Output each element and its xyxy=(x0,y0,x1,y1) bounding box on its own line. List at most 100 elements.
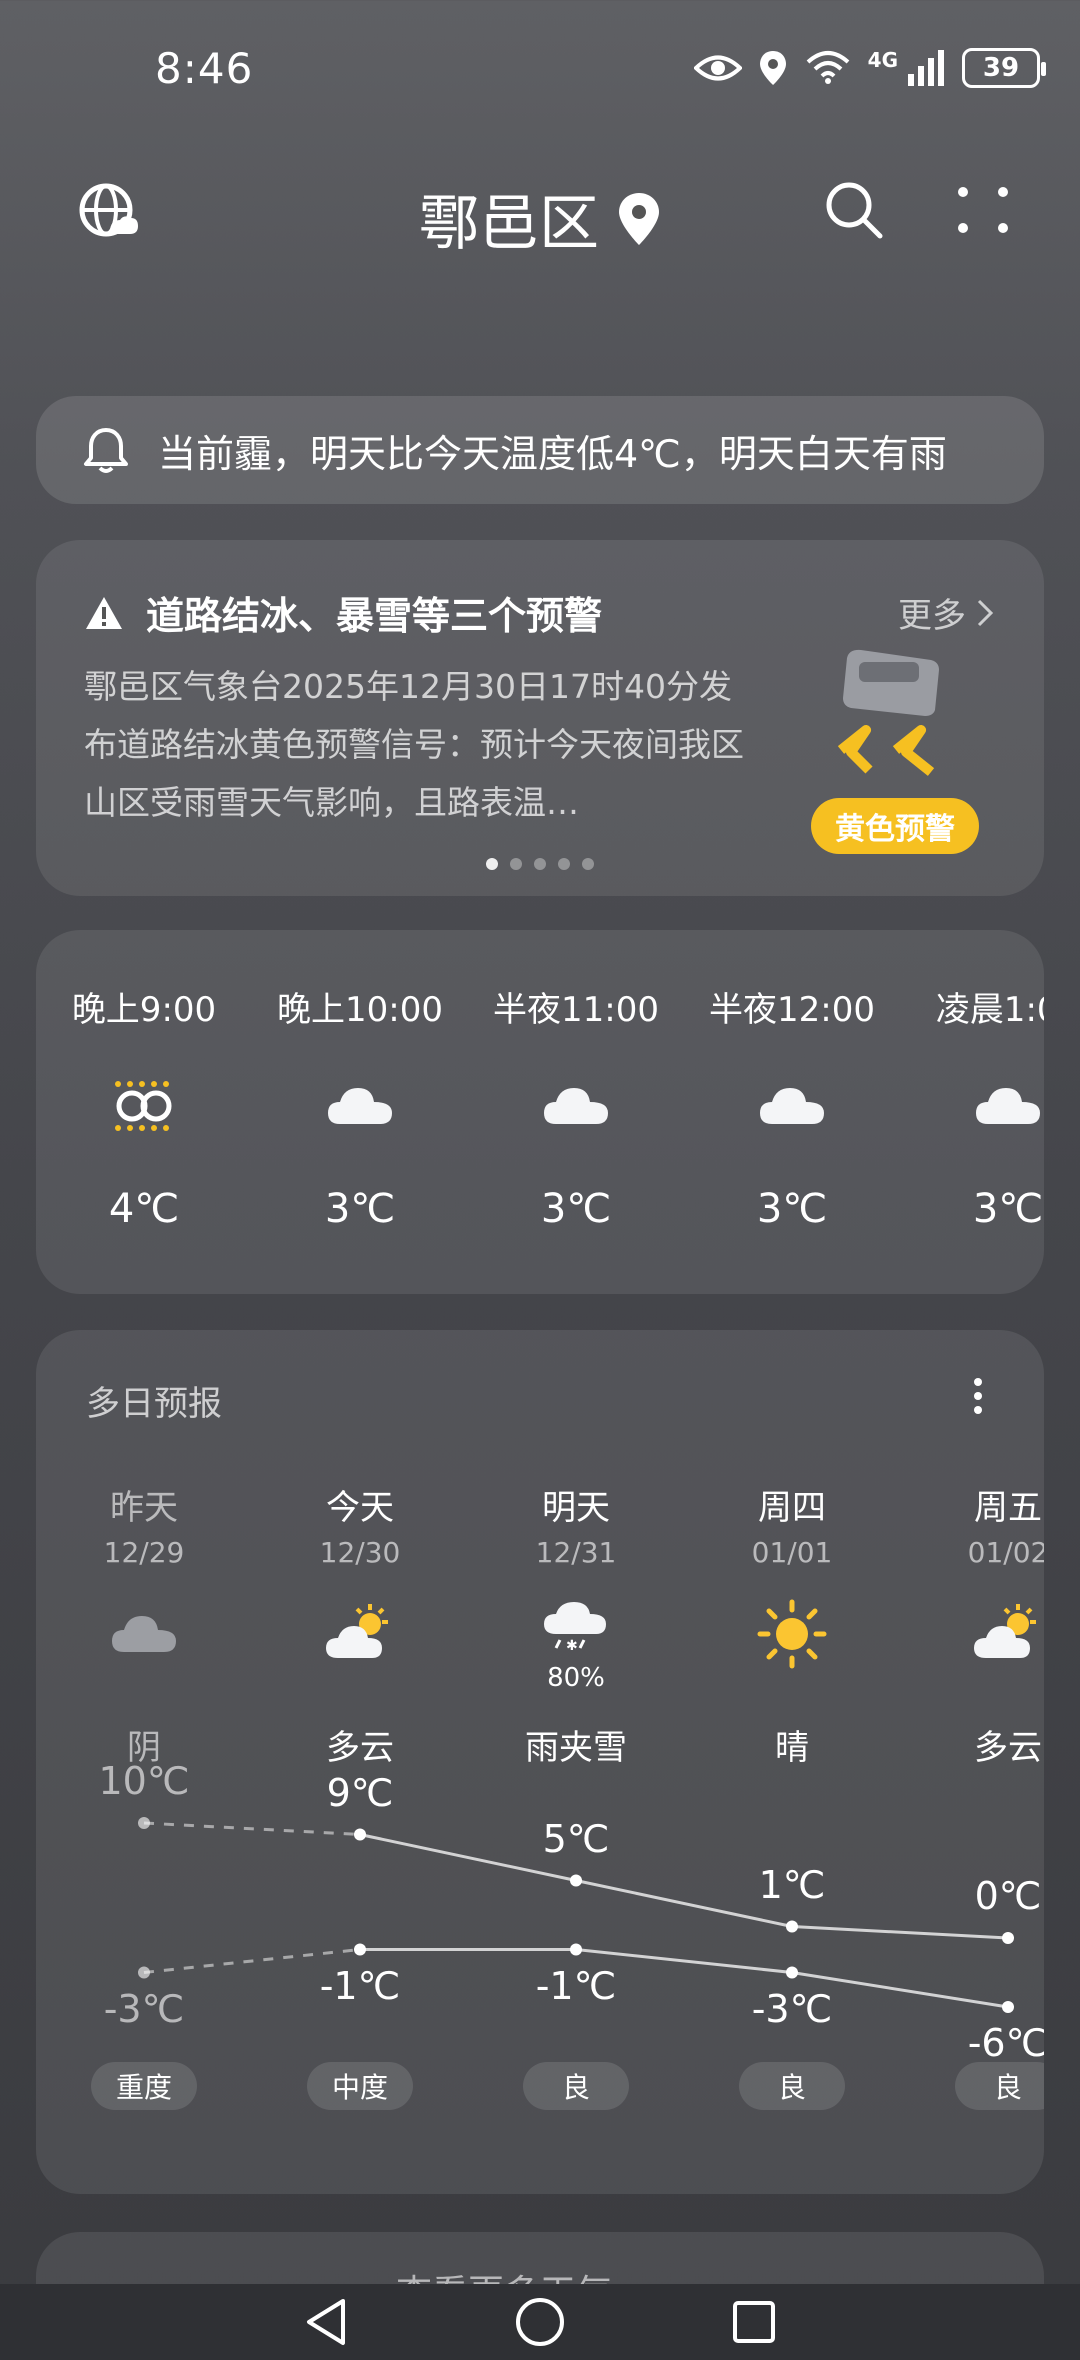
hour-time: 晚上10:00 xyxy=(277,990,443,1030)
aqi-badge: 良 xyxy=(955,2062,1044,2110)
aqi-badge: 重度 xyxy=(91,2062,197,2110)
day-low: -3℃ xyxy=(751,1986,833,2031)
day-low: -3℃ xyxy=(103,1986,185,2031)
eye-icon xyxy=(693,55,742,81)
signal-icon xyxy=(908,50,944,86)
home-icon[interactable] xyxy=(514,2296,566,2348)
location-name: 鄠邑区 xyxy=(419,189,599,259)
day-condition: 多云 xyxy=(326,1728,394,1768)
network-label: 4G xyxy=(867,48,898,72)
hour-time: 半夜11:00 xyxy=(493,990,659,1030)
daily-forecast-card[interactable]: 多日预报 昨天 12/29 阴 10℃ -3℃ 重度 今天 12/30 多云 9… xyxy=(36,1330,1044,2194)
warning-more-link[interactable]: 更多 xyxy=(898,588,994,637)
status-icons: 4G 39 xyxy=(693,48,1046,88)
location-pin-icon xyxy=(619,192,659,245)
hour-temp: 3℃ xyxy=(756,1186,828,1232)
low-temp-point xyxy=(354,1943,366,1956)
day-condition: 晴 xyxy=(775,1728,809,1768)
warning-title: 道路结冰、暴雪等三个预警 xyxy=(146,594,603,638)
cloudy-icon xyxy=(760,1088,824,1124)
day-high: 0℃ xyxy=(974,1874,1042,1918)
day-condition: 雨夹雪 xyxy=(525,1728,627,1768)
aqi-badge: 良 xyxy=(739,2062,845,2110)
high-temp-segment xyxy=(143,1821,361,1836)
more-options-button[interactable] xyxy=(955,182,1011,238)
aqi-badge: 良 xyxy=(523,2062,629,2110)
day-precip: 80% xyxy=(547,1663,605,1693)
hour-temp: 3℃ xyxy=(972,1186,1044,1232)
high-temp-segment xyxy=(791,1925,1009,1940)
warning-description: 鄠邑区气象台2025年12月30日17时40分发布道路结冰黄色预警信号：预计今天… xyxy=(84,667,744,822)
battery-level: 39 xyxy=(982,53,1020,83)
day-low: -1℃ xyxy=(319,1963,401,2008)
low-temp-point xyxy=(570,1943,582,1956)
bell-icon xyxy=(84,428,128,473)
system-nav-bar xyxy=(0,2284,1080,2360)
low-temp-point xyxy=(1002,2001,1014,2013)
carousel-dot xyxy=(582,858,594,870)
battery-indicator: 39 xyxy=(962,48,1046,88)
day-high: 10℃ xyxy=(98,1759,190,1803)
carousel-dot xyxy=(486,858,498,870)
sunny-icon xyxy=(757,1599,827,1669)
high-temp-point xyxy=(786,1920,798,1933)
wifi-icon xyxy=(806,51,849,84)
back-icon[interactable] xyxy=(303,2297,349,2347)
day-date: 12/31 xyxy=(535,1536,617,1569)
high-temp-point xyxy=(570,1874,582,1887)
high-temp-point xyxy=(138,1817,150,1829)
low-temp-point xyxy=(138,1966,150,1979)
day-date: 12/29 xyxy=(103,1536,185,1569)
location-title[interactable]: 鄠邑区 xyxy=(0,175,1080,262)
day-name: 周五 xyxy=(974,1488,1042,1528)
day-low: -1℃ xyxy=(535,1963,617,2008)
aqi-badge: 中度 xyxy=(307,2062,413,2110)
day-condition: 多云 xyxy=(974,1728,1042,1768)
partly-cloudy-icon xyxy=(974,1604,1036,1658)
high-temp-point xyxy=(1002,1932,1014,1944)
low-temp-point xyxy=(786,1966,798,1979)
day-high: 9℃ xyxy=(326,1770,394,1815)
day-date: 01/01 xyxy=(751,1536,833,1569)
warning-level-badge: 黄色预警 xyxy=(811,798,979,854)
day-name: 明天 xyxy=(542,1488,610,1528)
partly-cloudy-icon xyxy=(326,1604,388,1658)
recents-icon[interactable] xyxy=(731,2299,777,2345)
chevron-right-icon xyxy=(977,599,994,626)
carousel-dots xyxy=(36,858,1044,870)
haze-icon xyxy=(115,1081,172,1131)
weather-summary-text: 当前霾，明天比今天温度低4℃，明天白天有雨 xyxy=(158,431,947,476)
cloudy-icon xyxy=(544,1088,608,1124)
day-low: -6℃ xyxy=(967,2021,1044,2065)
more-dots-icon xyxy=(958,187,1008,233)
status-time: 8:46 xyxy=(155,44,254,93)
cloudy-icon xyxy=(976,1088,1040,1124)
carousel-dot xyxy=(510,858,522,870)
day-name: 昨天 xyxy=(110,1488,178,1528)
hour-temp: 3℃ xyxy=(540,1186,612,1232)
location-icon xyxy=(759,51,786,85)
hour-time: 凌晨1:00 xyxy=(935,990,1044,1030)
warning-card[interactable]: 道路结冰、暴雪等三个预警 更多 鄠邑区气象台2025年12月30日17时40分发… xyxy=(36,540,1044,896)
cloudy-icon xyxy=(328,1088,392,1124)
svg-text:✱: ✱ xyxy=(566,1638,578,1654)
day-name: 今天 xyxy=(326,1488,394,1528)
warning-header: 道路结冰、暴雪等三个预警 xyxy=(84,585,602,640)
day-date: 12/30 xyxy=(319,1536,401,1569)
hour-temp: 4℃ xyxy=(108,1186,180,1232)
hour-temp: 3℃ xyxy=(324,1186,396,1232)
day-high: 1℃ xyxy=(758,1862,826,1907)
sleet-icon: ✱ xyxy=(544,1602,606,1654)
day-date: 01/02 xyxy=(967,1536,1044,1569)
hour-time: 晚上9:00 xyxy=(71,990,217,1030)
carousel-dot xyxy=(534,858,546,870)
hourly-forecast-card[interactable]: 晚上9:00 4℃ 晚上10:00 3℃ 半夜11:00 3℃ 半夜12:00 … xyxy=(36,930,1044,1294)
day-high: 5℃ xyxy=(542,1816,610,1861)
search-button[interactable] xyxy=(822,178,886,242)
warning-more-label: 更多 xyxy=(898,596,966,636)
day-name: 周四 xyxy=(758,1488,826,1528)
weather-summary-strip[interactable]: 当前霾，明天比今天温度低4℃，明天白天有雨 xyxy=(36,396,1044,504)
hour-time: 半夜12:00 xyxy=(709,990,875,1030)
high-temp-point xyxy=(354,1828,366,1841)
warning-triangle-icon xyxy=(86,596,122,629)
